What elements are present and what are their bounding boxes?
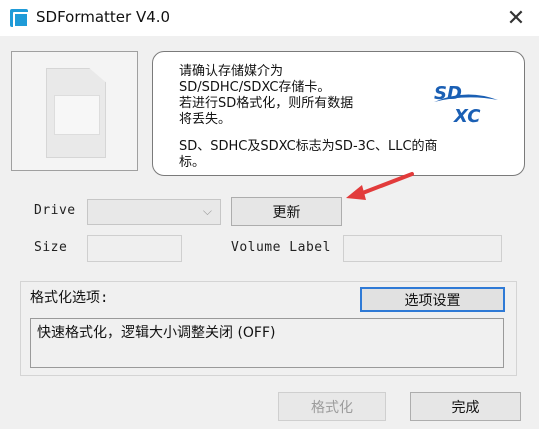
sd-card-icon (46, 68, 106, 158)
drive-label: Drive (34, 203, 76, 218)
info-line-1: 请确认存储媒介为 (179, 64, 284, 79)
close-button[interactable]: ✕ (493, 0, 539, 36)
title-bar: SDFormatter V4.0 ✕ (0, 0, 539, 36)
app-icon (10, 9, 29, 28)
info-line-4: 将丢失。 (179, 112, 232, 127)
info-line-3: 若进行SD格式化，则所有数据 (179, 96, 354, 111)
option-settings-button[interactable]: 选项设置 (360, 287, 505, 312)
refresh-button[interactable]: 更新 (231, 197, 342, 226)
window-title: SDFormatter V4.0 (36, 8, 171, 26)
sd-card-illustration (11, 51, 138, 171)
volume-label-field[interactable] (343, 235, 502, 262)
volume-label-label: Volume Label (231, 240, 331, 255)
format-options-summary: 快速格式化，逻辑大小调整关闭 (OFF) (37, 325, 276, 341)
done-button[interactable]: 完成 (410, 392, 521, 421)
size-field (87, 235, 182, 262)
chevron-down-icon: ⌵ (202, 204, 212, 218)
info-line-2: SD/SDHC/SDXC存储卡。 (179, 80, 331, 95)
info-line-5: SD、SDHC及SDXC标志为SD-3C、LLC的商 (179, 139, 438, 154)
sdxc-logo-top: SD (434, 83, 462, 104)
format-options-title: 格式化选项: (30, 290, 109, 306)
annotation-arrow-icon (346, 172, 414, 200)
format-button[interactable]: 格式化 (278, 392, 386, 421)
info-panel: 请确认存储媒介为 SD/SDHC/SDXC存储卡。 若进行SD格式化，则所有数据… (152, 51, 525, 176)
sdxc-logo-icon: SD XC (434, 83, 498, 126)
drive-select[interactable]: ⌵ (87, 199, 221, 225)
info-line-6: 标。 (179, 155, 206, 170)
size-label: Size (34, 240, 68, 255)
sdxc-logo-bottom: XC (453, 106, 481, 126)
format-options-summary-box: 快速格式化，逻辑大小调整关闭 (OFF) (30, 318, 504, 368)
